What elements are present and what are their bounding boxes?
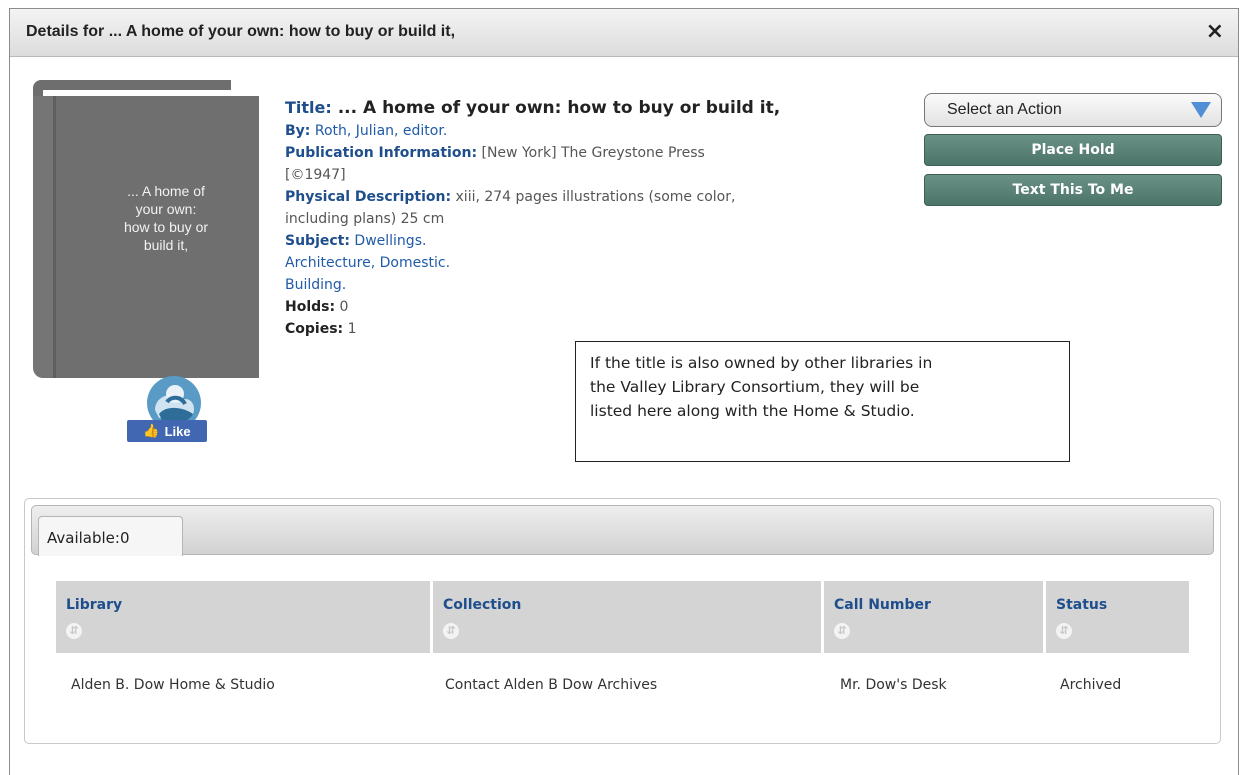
holds-line: Holds: 0 bbox=[285, 299, 349, 315]
dialog-titlebar: Details for ... A home of your own: how … bbox=[10, 9, 1238, 57]
physical-description-line: Physical Description: xiii, 274 pages il… bbox=[285, 189, 736, 205]
column-header-call-number[interactable]: Call Number ⇵ bbox=[824, 581, 1043, 653]
title-value: ... A home of your own: how to buy or bu… bbox=[337, 98, 781, 118]
place-hold-button[interactable]: Place Hold bbox=[924, 134, 1222, 166]
column-header-collection[interactable]: Collection ⇵ bbox=[433, 581, 821, 653]
record-details: Title: ... A home of your own: how to bu… bbox=[285, 96, 905, 340]
subject-link[interactable]: Architecture, Domestic. bbox=[285, 255, 450, 271]
availability-tabbar: Available:0 bbox=[31, 505, 1214, 556]
subject-line: Subject: Dwellings. bbox=[285, 233, 427, 249]
cell-collection: Contact Alden B Dow Archives bbox=[445, 677, 658, 693]
dialog-title: Details for ... A home of your own: how … bbox=[26, 23, 456, 40]
cell-status: Archived bbox=[1060, 677, 1122, 693]
cell-call-number: Mr. Dow's Desk bbox=[840, 677, 947, 693]
author-line: By: Roth, Julian, editor. bbox=[285, 123, 448, 139]
action-select[interactable]: Select an Action bbox=[924, 93, 1222, 127]
subject-link[interactable]: Dwellings. bbox=[354, 233, 426, 249]
table-header: Library ⇵ Collection ⇵ Call Number ⇵ Sta… bbox=[56, 581, 1189, 653]
availability-panel: Available:0 Library ⇵ Collection ⇵ Call … bbox=[24, 498, 1221, 744]
copies-line: Copies: 1 bbox=[285, 321, 357, 337]
tab-available[interactable]: Available:0 bbox=[38, 516, 183, 556]
dropdown-arrow-icon bbox=[1191, 102, 1211, 118]
title-label: Title: bbox=[285, 98, 332, 117]
sort-icon[interactable]: ⇵ bbox=[66, 623, 82, 639]
author-link[interactable]: Roth, Julian, editor. bbox=[315, 123, 447, 139]
column-header-status[interactable]: Status ⇵ bbox=[1046, 581, 1189, 653]
thumbs-up-icon: 👍 bbox=[143, 423, 160, 438]
holdings-table: Library ⇵ Collection ⇵ Call Number ⇵ Sta… bbox=[56, 581, 1189, 693]
book-cover: ... A home of your own: how to buy or bu… bbox=[33, 80, 259, 430]
annotation-note: If the title is also owned by other libr… bbox=[575, 341, 1070, 462]
subject-link[interactable]: Building. bbox=[285, 277, 346, 293]
cover-title: ... A home of your own: how to buy or bu… bbox=[123, 183, 209, 253]
sort-icon[interactable]: ⇵ bbox=[443, 623, 459, 639]
cell-library: Alden B. Dow Home & Studio bbox=[71, 677, 275, 693]
text-this-to-me-button[interactable]: Text This To Me bbox=[924, 174, 1222, 206]
publication-line: Publication Information: [New York] The … bbox=[285, 145, 705, 161]
like-button[interactable]: 👍 Like bbox=[127, 420, 207, 442]
close-icon[interactable]: × bbox=[1206, 19, 1224, 45]
column-header-library[interactable]: Library ⇵ bbox=[56, 581, 430, 653]
sort-icon[interactable]: ⇵ bbox=[834, 623, 850, 639]
title-line: Title: ... A home of your own: how to bu… bbox=[285, 96, 905, 120]
sort-icon[interactable]: ⇵ bbox=[1056, 623, 1072, 639]
